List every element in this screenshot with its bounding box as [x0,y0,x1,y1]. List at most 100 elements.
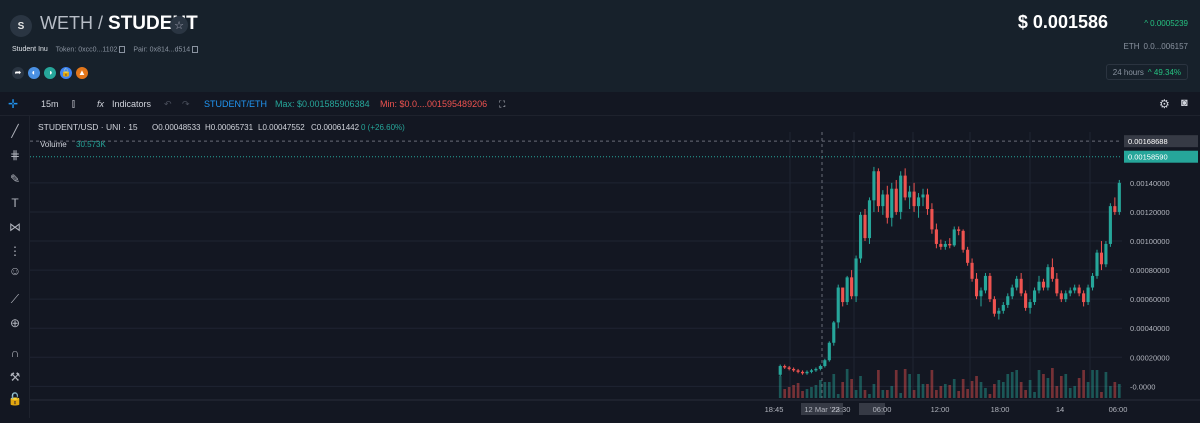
volume-bar [966,389,969,398]
crosshair-tool-icon[interactable]: ✛ [8,97,18,111]
volume-bar [845,369,849,398]
settings-gear-icon[interactable]: ⚙ [1159,97,1170,111]
candle-body [796,370,800,372]
chart-svg[interactable]: 0.00140000 0.00120000 0.00100000 0.00080000… [30,116,1200,418]
candle-body [800,371,805,374]
copy-token-icon[interactable] [119,46,126,53]
fx-icon[interactable]: fx [97,99,104,109]
redo-icon[interactable]: ↷ [182,99,190,110]
volume-bar [1095,370,1099,398]
candle-body [1108,206,1112,244]
candle-body [894,188,898,212]
eth-price: ETH 0.0...006157 [1124,42,1188,51]
volume-bar [1028,380,1032,398]
candle-body [1117,182,1121,212]
volume-label: Volume [40,140,67,149]
magnet-icon[interactable]: ∩ [7,346,23,360]
zoom-icon[interactable]: ⊕ [7,316,23,330]
candle-body [863,214,867,239]
pattern-icon[interactable]: ⋈ [7,220,23,234]
candle-type-icon[interactable]: ⫿ [72,99,75,110]
volume-bar [1037,370,1041,398]
volume-bar [935,390,938,398]
volume-bar [961,379,965,398]
candle-body [916,197,921,207]
volume-bar [979,382,983,398]
candle-body [823,360,827,367]
volume-bar [859,376,862,398]
pair-slash: / [93,13,109,33]
candles [778,153,1126,377]
volume-bar [863,390,867,398]
metamask-icon[interactable]: ▲ [76,67,88,79]
interval-selector[interactable]: 15m [41,99,59,109]
volume-bar [1068,388,1072,398]
unlock-icon[interactable]: 🔓 [7,392,23,406]
candle-body [1024,293,1028,308]
undo-icon[interactable]: ↶ [164,99,172,110]
candle-body [1050,267,1054,279]
copy-pair-icon[interactable] [192,46,199,53]
volume-bar [868,394,871,398]
share-icon[interactable]: ➦ [12,67,24,79]
candle-body [1077,287,1081,294]
candle-body [1010,287,1014,297]
ruler-icon[interactable]: ⟋ [7,292,23,306]
volume-bar [1086,382,1090,398]
volume-bar [939,386,943,398]
fib-icon[interactable]: ⋕ [7,148,23,162]
text-tool-icon[interactable]: T [7,196,23,210]
volume-bar [1064,374,1068,398]
period-change-badge[interactable]: 24 hours ^ 49.34% [1105,64,1188,80]
volume-bar [1015,370,1019,398]
candle-body [930,209,934,230]
y-tick-label: 0.00040000 [1130,324,1170,333]
volume-bar [783,389,787,398]
lock-icon[interactable]: 🔒 [60,67,72,79]
token-header: S WETH / STUDENT ☆ Student Inu Token: 0x… [0,0,1200,92]
volume-bar [778,376,782,398]
chart-link-icon[interactable]: ◑ [44,67,56,79]
candle-body [1037,281,1041,291]
volume-bar [1001,382,1005,398]
candle-body [974,278,979,297]
indicators-button[interactable]: Indicators [112,99,151,109]
x-tick-label: 06:00 [1109,405,1128,414]
candle-body [908,191,912,198]
candle-body [832,322,836,343]
favorite-star-icon[interactable]: ☆ [170,16,188,34]
brush-icon[interactable]: ✎ [7,172,23,186]
volume-bar [1010,372,1014,398]
fullscreen-icon[interactable]: ⛶ [499,99,505,110]
symbol-label[interactable]: STUDENT/ETH [204,99,267,109]
volume-bar [792,385,795,398]
candle-body [988,275,992,300]
candle-body [903,175,907,198]
volume-bar [1073,386,1077,398]
drawing-toolbar: ╱ ⋕ ✎ T ⋈ ⋮ ☺ ⟋ ⊕ ∩ ⚒ 🔓 [0,116,30,418]
emoji-icon[interactable]: ☺ [7,264,23,278]
time-axis: 18:45 12 Mar '2223:30 06:00 12:00 18:00 14 06:… [30,399,1200,415]
volume-bar [801,391,804,398]
candle-body [787,367,791,369]
volume-bar [827,382,831,398]
y-tick-label: -0.0000 [1130,382,1155,391]
candle-body [814,368,818,371]
volume-bar [819,380,822,398]
eth-value: 0.0...006157 [1143,42,1188,51]
volume-value: 30.573K [76,140,106,149]
camera-icon[interactable]: ◙ [1181,97,1188,109]
current-price: $ 0.001586 [1017,12,1108,32]
prediction-icon[interactable]: ⋮ [7,244,23,258]
explorer-icon[interactable]: ◐ [28,67,40,79]
volume-bar [894,370,898,398]
trendline-icon[interactable]: ╱ [7,124,23,138]
candle-body [966,249,970,263]
candle-body [836,287,840,323]
volume-bar [997,380,1001,398]
price-chart[interactable]: 0.00140000 0.00120000 0.00100000 0.00080000… [30,116,1200,418]
volume-bar [912,390,916,398]
volume-bar [890,386,894,398]
lock-drawing-icon[interactable]: ⚒ [7,370,23,384]
volume-bar [1055,386,1059,398]
